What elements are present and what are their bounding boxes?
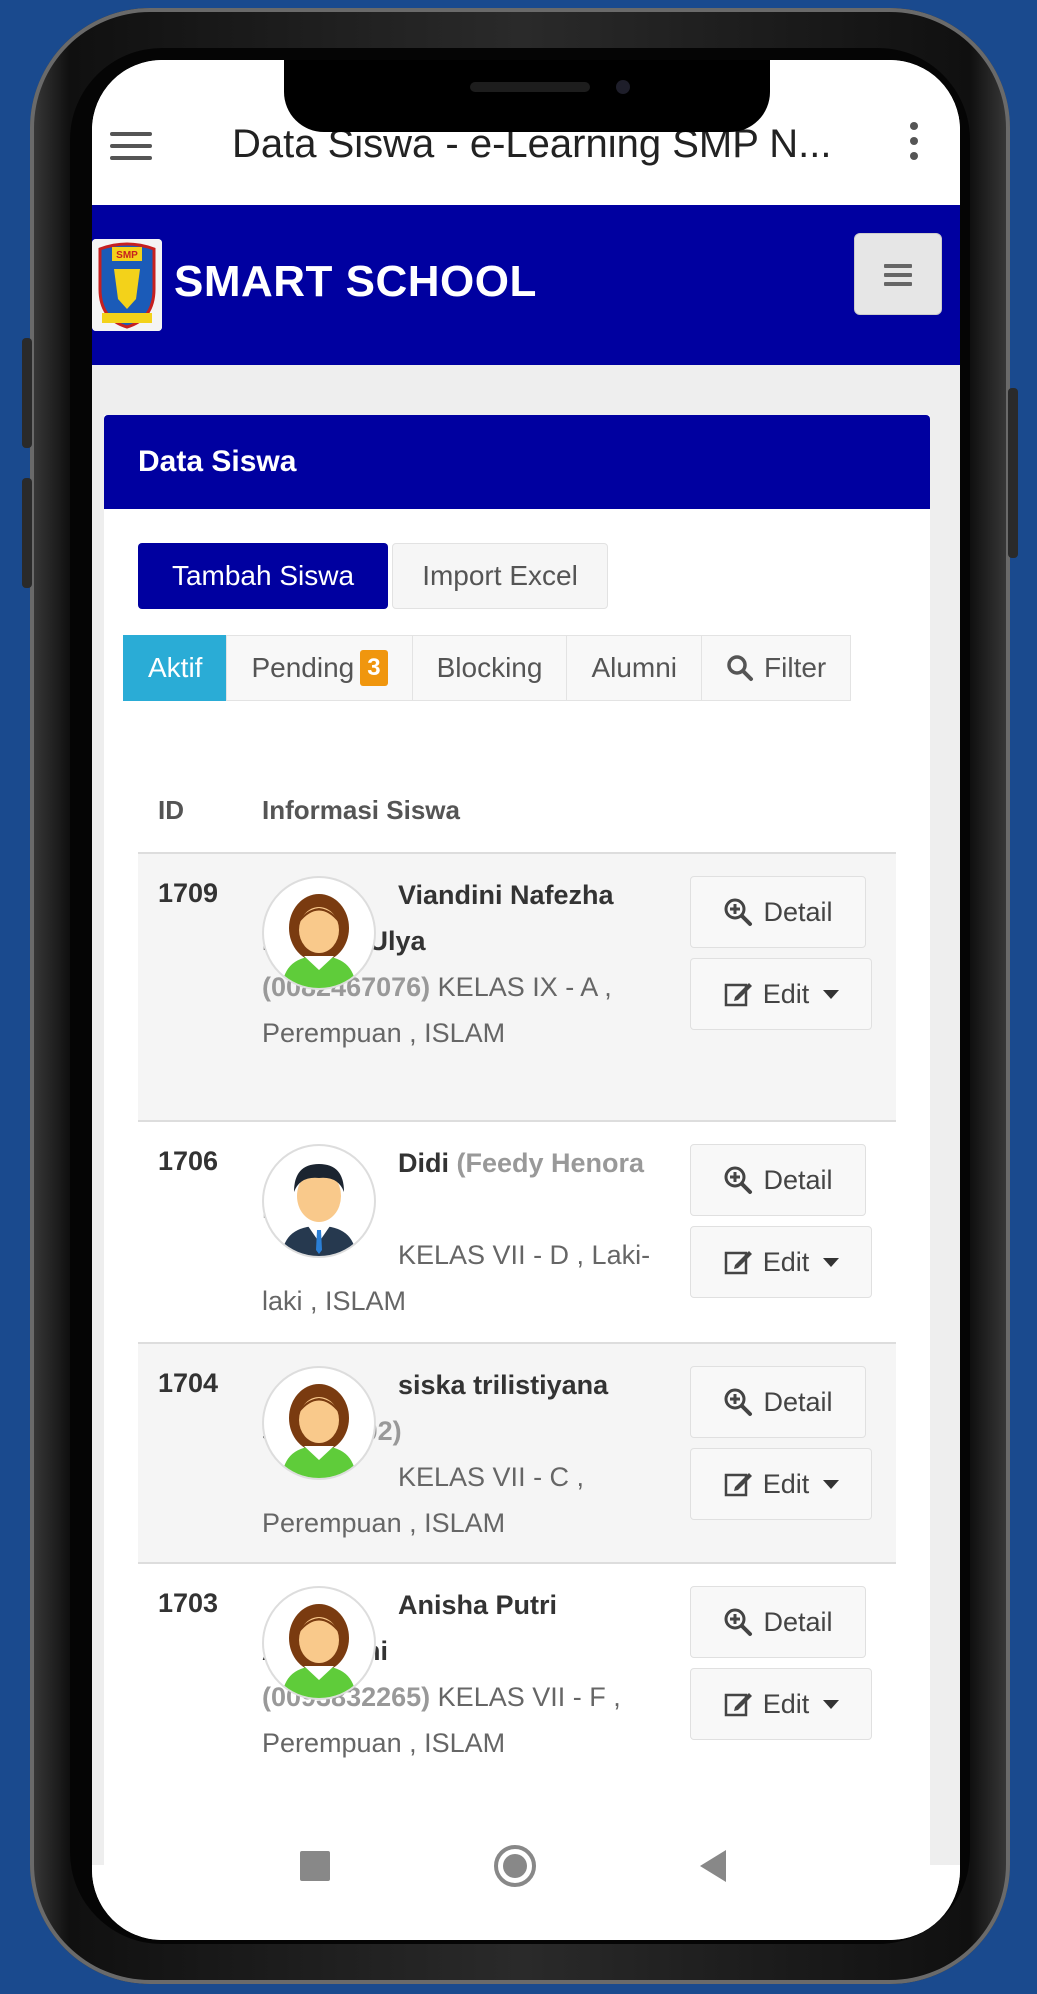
recent-apps-button[interactable] — [300, 1851, 330, 1881]
tab-blocking[interactable]: Blocking — [411, 635, 568, 701]
tab-aktif-label: Aktif — [148, 652, 203, 683]
card-title: Data Siswa — [138, 445, 297, 478]
table-row: 1704 siska trilistiyana slim (9902) KELA… — [138, 1342, 896, 1562]
column-header-info: Informasi Siswa — [262, 795, 460, 825]
table-row: 1709 Viandini Nafezha Himatul Ulya (0082… — [138, 852, 896, 1120]
power-button — [1008, 388, 1018, 558]
screen: Data Siswa - e-Learning SMP N... SMP SMA… — [92, 60, 960, 1940]
detail-button[interactable]: Detail — [690, 1366, 866, 1438]
zoom-in-icon — [724, 898, 753, 926]
zoom-in-icon — [724, 1608, 753, 1636]
card-header: Data Siswa — [104, 415, 930, 509]
avatar-male — [262, 1144, 376, 1258]
add-student-button[interactable]: Tambah Siswa — [138, 543, 388, 609]
avatar-female — [262, 1366, 376, 1480]
import-excel-button[interactable]: Import Excel — [392, 543, 608, 609]
tab-aktif[interactable]: Aktif — [123, 635, 228, 701]
detail-button[interactable]: Detail — [690, 1144, 866, 1216]
nav-toggle-button[interactable] — [854, 233, 942, 315]
volume-up-button — [22, 338, 32, 448]
data-siswa-card: Data Siswa Tambah Siswa Import Excel Akt… — [104, 415, 930, 1865]
back-button[interactable] — [700, 1850, 726, 1882]
filter-label: Filter — [764, 652, 827, 683]
caret-down-icon — [823, 989, 840, 999]
edit-button[interactable]: Edit — [690, 1226, 872, 1298]
caret-down-icon — [823, 1699, 840, 1709]
edit-icon — [724, 983, 752, 1007]
brand-name: SMART SCHOOL — [174, 257, 537, 306]
search-icon — [727, 655, 754, 681]
pending-count-badge: 3 — [360, 650, 388, 686]
detail-label: Detail — [763, 1164, 833, 1195]
student-id: 1703 — [158, 1588, 219, 1618]
detail-button[interactable]: Detail — [690, 876, 866, 948]
zoom-in-icon — [724, 1388, 753, 1416]
filter-button[interactable]: Filter — [701, 635, 852, 701]
tab-blocking-label: Blocking — [436, 652, 543, 683]
student-id: 1706 — [158, 1146, 219, 1176]
zoom-in-icon — [724, 1166, 753, 1194]
avatar-female — [262, 876, 376, 990]
tab-pending-label: Pending — [251, 652, 355, 683]
kebab-icon[interactable] — [908, 122, 920, 172]
status-tabs: Aktif Pending 3 Blocking Alumni Filter — [123, 635, 852, 701]
edit-button[interactable]: Edit — [690, 958, 872, 1030]
column-header-id: ID — [158, 795, 184, 825]
edit-label: Edit — [762, 1246, 810, 1277]
tab-pending[interactable]: Pending 3 — [226, 635, 413, 701]
detail-button[interactable]: Detail — [690, 1586, 866, 1658]
edit-icon — [724, 1693, 752, 1717]
caret-down-icon — [823, 1257, 840, 1267]
school-logo: SMP — [92, 239, 162, 331]
site-header: SMP SMART SCHOOL — [92, 205, 960, 365]
student-id: 1709 — [158, 878, 219, 908]
edit-button[interactable]: Edit — [690, 1448, 872, 1520]
svg-text:SMP: SMP — [116, 250, 138, 261]
table-row: 1706 Didi (Feedy Henora K.R) KELAS VII -… — [138, 1120, 896, 1342]
edit-icon — [724, 1473, 752, 1497]
home-button[interactable] — [494, 1845, 536, 1887]
edit-label: Edit — [762, 978, 810, 1009]
detail-label: Detail — [763, 896, 833, 927]
volume-down-button — [22, 478, 32, 588]
caret-down-icon — [823, 1479, 840, 1489]
student-id: 1704 — [158, 1368, 219, 1398]
edit-label: Edit — [762, 1468, 810, 1499]
edit-button[interactable]: Edit — [690, 1668, 872, 1740]
detail-label: Detail — [763, 1606, 833, 1637]
hamburger-icon — [855, 234, 941, 286]
student-name: Didi — [398, 1148, 449, 1178]
edit-label: Edit — [762, 1688, 810, 1719]
avatar-female — [262, 1586, 376, 1700]
tab-alumni[interactable]: Alumni — [566, 635, 703, 701]
table-row: 1703 Anisha Putri Anggraini (0093832265)… — [138, 1562, 896, 1830]
edit-icon — [724, 1251, 752, 1275]
hamburger-icon[interactable] — [110, 132, 152, 164]
tab-alumni-label: Alumni — [591, 652, 678, 683]
detail-label: Detail — [763, 1386, 833, 1417]
notch — [284, 60, 770, 132]
